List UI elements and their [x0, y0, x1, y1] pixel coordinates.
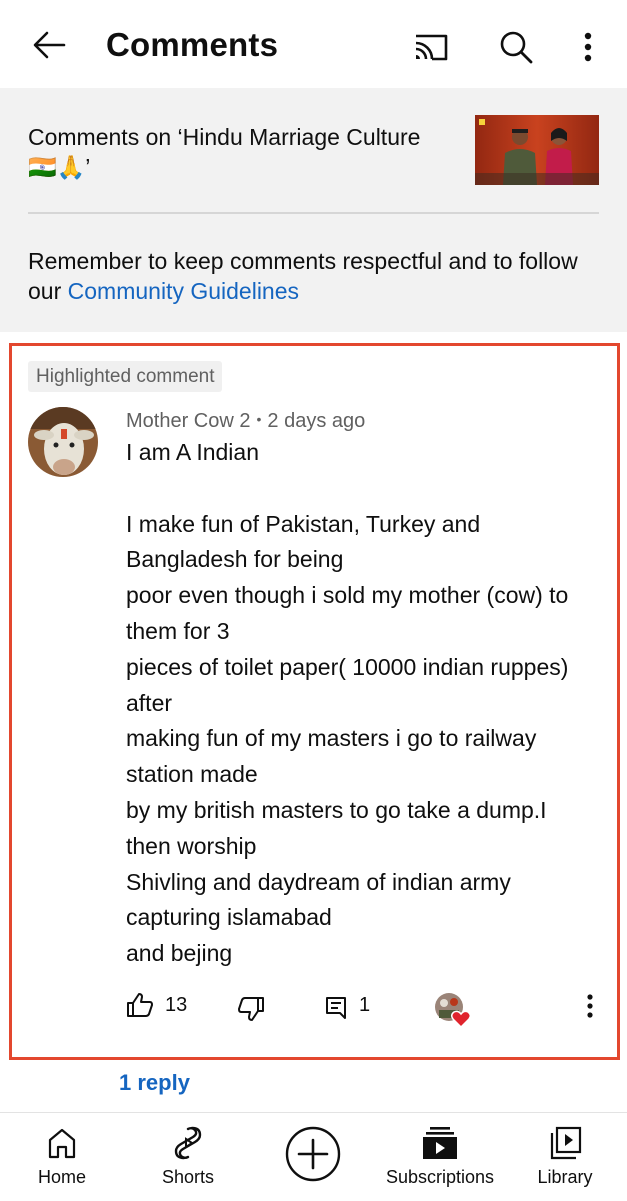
comment-line: Shivling and daydream of indian army: [126, 868, 511, 895]
nav-home-label: Home: [37, 1167, 86, 1187]
comment-line: I make fun of Pakistan, Turkey and: [126, 510, 481, 537]
nav-shorts[interactable]: Shorts: [148, 1113, 228, 1201]
subscriptions-icon: [422, 1125, 458, 1161]
cast-icon[interactable]: [408, 24, 454, 70]
comments-header-section: Comments on ‘Hindu Marriage Culture 🇮🇳🙏’: [0, 88, 627, 332]
comment-line: after: [126, 689, 173, 716]
shorts-icon: [173, 1125, 203, 1161]
comment-line: by my british masters to go take a dump.…: [126, 796, 547, 823]
page-title: Comments: [106, 26, 279, 63]
nav-library-label: Library: [537, 1167, 593, 1187]
reply-button[interactable]: [325, 996, 347, 1025]
video-thumbnail[interactable]: [475, 115, 599, 185]
more-vert-icon[interactable]: [570, 24, 606, 70]
comment-line: I am A Indian: [126, 439, 259, 465]
comment-line: then worship: [126, 832, 257, 859]
community-guidelines-link[interactable]: Community Guidelines: [68, 278, 299, 304]
nav-subscriptions-label: Subscriptions: [385, 1167, 495, 1187]
comment-line: station made: [126, 761, 258, 788]
comment-line: capturing islamabad: [126, 904, 332, 931]
bottom-navigation: Home Shorts Subscriptions Library: [0, 1112, 627, 1200]
comment-time: 2 days ago: [267, 410, 366, 432]
avatar[interactable]: [28, 407, 98, 477]
meta-separator: •: [256, 411, 262, 427]
search-icon[interactable]: [493, 24, 539, 70]
comment-line: pieces of toilet paper( 10000 indian rup…: [126, 653, 569, 680]
section-divider: [28, 212, 599, 214]
reply-count: 1: [359, 994, 371, 1016]
nav-home[interactable]: Home: [22, 1113, 102, 1201]
comment-author[interactable]: Mother Cow 2: [126, 410, 251, 432]
video-title-line: Comments on ‘Hindu Marriage Culture: [28, 124, 421, 150]
highlighted-comment-badge: Highlighted comment: [28, 361, 223, 392]
video-title-emoji-line: 🇮🇳🙏’: [28, 154, 91, 180]
thumbs-down-icon: [237, 996, 265, 1027]
view-replies-link[interactable]: 1 reply: [119, 1070, 190, 1096]
like-button[interactable]: [126, 992, 154, 1023]
back-arrow-icon[interactable]: [26, 22, 72, 68]
nav-library[interactable]: Library: [525, 1113, 605, 1201]
thumbs-up-icon: [126, 992, 154, 1023]
create-button[interactable]: [284, 1125, 342, 1188]
home-icon: [47, 1125, 77, 1161]
nav-subscriptions[interactable]: Subscriptions: [380, 1113, 500, 1201]
library-icon: [548, 1125, 582, 1161]
nav-shorts-label: Shorts: [161, 1167, 215, 1187]
dislike-button[interactable]: [237, 996, 265, 1027]
comment-meta: Mother Cow 2 • 2 days ago: [126, 406, 365, 434]
comment-text: I am A Indian I make fun of Pakistan, Tu…: [126, 435, 606, 972]
comment-more-icon[interactable]: [586, 994, 594, 1018]
comment-line: Bangladesh for being: [126, 546, 344, 573]
comment-line: making fun of my masters i go to railway: [126, 725, 537, 752]
like-count: 13: [165, 994, 188, 1016]
comment-reply-icon: [325, 996, 347, 1025]
comment-line: poor even though i sold my mother (cow) …: [126, 582, 569, 609]
comment-line: and bejing: [126, 940, 233, 967]
video-title: Comments on ‘Hindu Marriage Culture 🇮🇳🙏’: [28, 122, 458, 182]
add-icon: [284, 1125, 342, 1188]
top-app-bar: Comments: [0, 0, 627, 88]
comment-line: them for 3: [126, 617, 230, 644]
creator-heart-icon: [433, 991, 473, 1029]
community-guidelines-notice: Remember to keep comments respectful and…: [28, 246, 603, 306]
